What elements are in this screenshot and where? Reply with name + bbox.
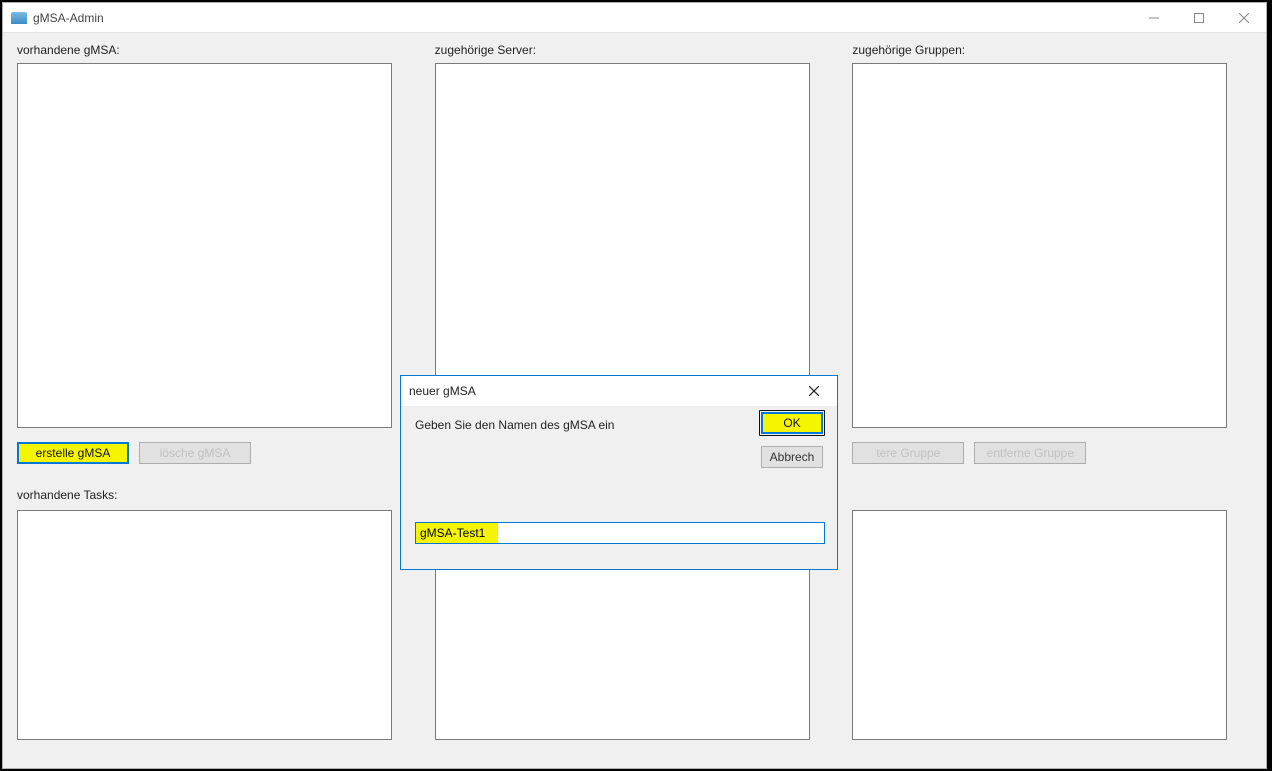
listbox-tasks-1[interactable] xyxy=(17,510,392,740)
titlebar: gMSA-Admin xyxy=(3,3,1266,33)
dialog-cancel-button[interactable]: Abbrech xyxy=(761,446,823,468)
new-gmsa-dialog: neuer gMSA Geben Sie den Namen des gMSA … xyxy=(400,375,838,570)
dialog-ok-button[interactable]: OK xyxy=(761,412,823,434)
label-gmsa: vorhandene gMSA: xyxy=(17,43,417,57)
dialog-close-button[interactable] xyxy=(799,376,829,406)
window-title: gMSA-Admin xyxy=(33,11,104,25)
label-groups: zugehörige Gruppen: xyxy=(852,43,1252,57)
maximize-button[interactable] xyxy=(1176,3,1221,33)
dialog-title: neuer gMSA xyxy=(409,384,476,398)
listbox-tasks-3[interactable] xyxy=(852,510,1227,740)
dialog-titlebar: neuer gMSA xyxy=(401,376,837,406)
label-servers: zugehörige Server: xyxy=(435,43,835,57)
listbox-gmsa[interactable] xyxy=(17,63,392,428)
close-button[interactable] xyxy=(1221,3,1266,33)
dialog-name-input[interactable] xyxy=(415,522,825,544)
create-gmsa-button[interactable]: erstelle gMSA xyxy=(17,442,129,464)
more-group-button[interactable]: tere Gruppe xyxy=(852,442,964,464)
minimize-button[interactable] xyxy=(1131,3,1176,33)
listbox-groups[interactable] xyxy=(852,63,1227,428)
listbox-servers[interactable] xyxy=(435,63,810,428)
delete-gmsa-button[interactable]: lösche gMSA xyxy=(139,442,251,464)
app-icon xyxy=(11,12,27,24)
remove-group-button[interactable]: entferne Gruppe xyxy=(974,442,1086,464)
